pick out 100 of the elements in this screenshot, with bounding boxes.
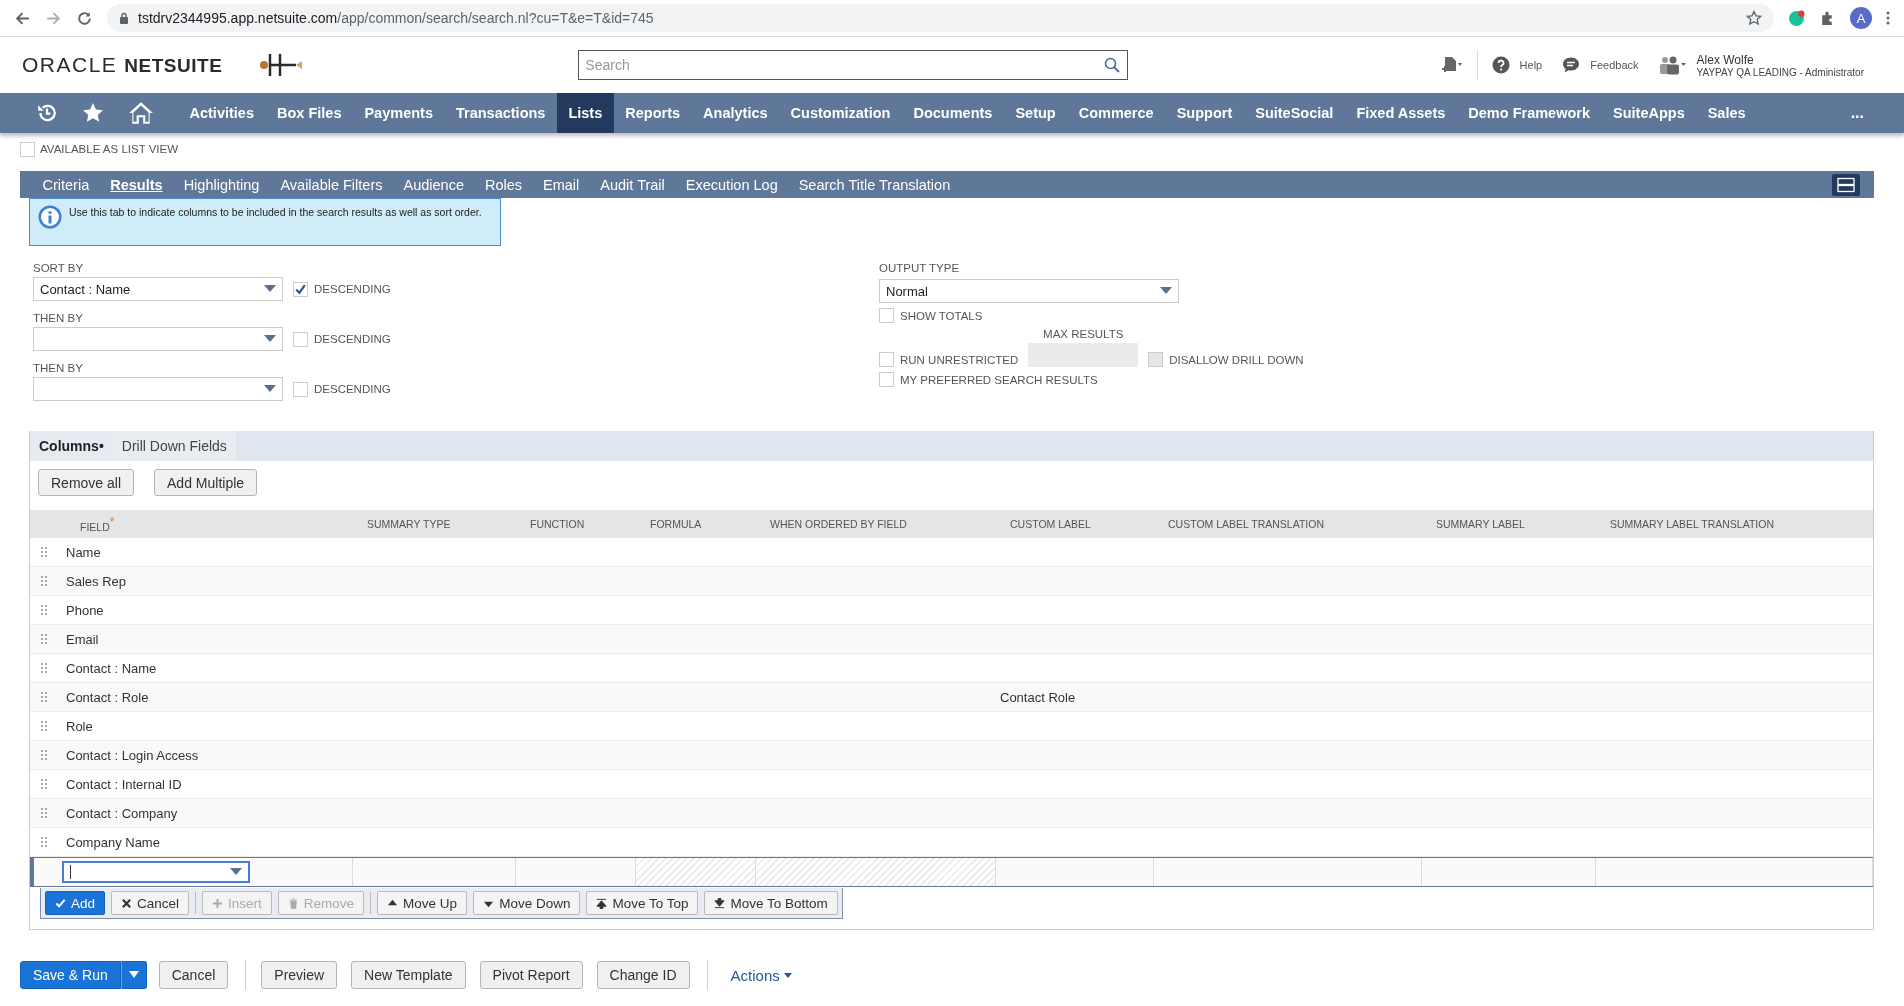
profile-avatar[interactable]: A: [1850, 7, 1872, 29]
user-role[interactable]: YAYPAY QA LEADING - Administrator: [1696, 66, 1864, 78]
subtab[interactable]: Criteria: [32, 171, 100, 198]
save-and-run-button[interactable]: Save & Run: [20, 961, 121, 989]
checkbox[interactable]: [293, 331, 308, 347]
search-icon[interactable]: [1104, 57, 1121, 73]
nav-menu-item[interactable]: Setup: [1003, 93, 1068, 133]
edit-button[interactable]: Cancel: [111, 891, 190, 915]
drag-handle-icon[interactable]: [41, 663, 47, 673]
nav-menu-item[interactable]: Lists: [556, 93, 614, 133]
subtab[interactable]: Highlighting: [173, 171, 270, 198]
dropdown-field[interactable]: [33, 377, 283, 401]
bookmark-star-icon[interactable]: [1746, 10, 1762, 26]
address-bar[interactable]: tstdrv2344995.app.netsuite.com/app/common/search/search.nl?cu=T&e=T&id=745: [107, 4, 1774, 32]
subtab[interactable]: Execution Log: [675, 171, 789, 198]
action-button[interactable]: Add Multiple: [154, 469, 258, 496]
nav-menu-item[interactable]: Analytics: [691, 93, 780, 133]
user-name[interactable]: Alex Wolfe: [1696, 52, 1864, 67]
dropdown-field[interactable]: Normal: [879, 279, 1179, 303]
dropdown-field[interactable]: Contact : Name: [33, 277, 283, 301]
subtab[interactable]: Audit Trail: [589, 171, 676, 198]
nav-menu-item[interactable]: Customization: [779, 93, 902, 133]
subtab[interactable]: Results: [99, 171, 174, 198]
nav-menu-item[interactable]: Fixed Assets: [1344, 93, 1457, 133]
nav-menu-item[interactable]: Payments: [352, 93, 445, 133]
drag-handle-icon[interactable]: [41, 605, 47, 615]
brand-logo-text[interactable]: ORACLE: [22, 53, 118, 77]
subtab[interactable]: Search Title Translation: [788, 171, 961, 198]
caret-icon: [264, 335, 276, 343]
info-text: Use this tab to indicate columns to be included in the search results as well as sort order.: [69, 205, 482, 219]
nav-menu-item[interactable]: Activities: [178, 93, 266, 133]
bottom-arrow-icon: [714, 897, 726, 909]
nav-menu-item[interactable]: Reports: [613, 93, 692, 133]
layout-toggle-icon[interactable]: [1832, 173, 1860, 196]
footer-button[interactable]: New Template: [351, 961, 466, 989]
edit-button[interactable]: Move Down: [473, 891, 581, 915]
drag-handle-icon[interactable]: [41, 634, 47, 644]
footer-button[interactable]: Pivot Report: [479, 961, 583, 989]
menu-icon[interactable]: [1886, 10, 1890, 26]
edit-button[interactable]: Move To Top: [586, 891, 699, 915]
checkmark-icon: [55, 897, 66, 909]
help-icon[interactable]: [1491, 56, 1510, 74]
drag-handle-icon[interactable]: [41, 779, 47, 789]
more-menu[interactable]: ...: [1850, 104, 1864, 122]
nav-menu-item[interactable]: Documents: [901, 93, 1004, 133]
table-cell-text: Contact : Login Access: [66, 747, 200, 763]
edit-button[interactable]: Move To Bottom: [704, 891, 838, 915]
nav-menu-item[interactable]: Demo Framework: [1456, 93, 1602, 133]
drag-handle-icon[interactable]: [41, 692, 47, 702]
recent-history-icon[interactable]: [36, 102, 58, 124]
drag-handle-icon[interactable]: [41, 721, 47, 731]
dropdown-toggle-button[interactable]: [120, 961, 147, 989]
nav-menu-item[interactable]: SuiteApps: [1601, 93, 1697, 133]
nav-menu-item[interactable]: SuiteSocial: [1243, 93, 1345, 133]
nav-menu-item[interactable]: Commerce: [1067, 93, 1166, 133]
checkbox-label: DESCENDING: [314, 283, 391, 295]
extension-icon[interactable]: [1788, 9, 1805, 27]
footer-button[interactable]: Cancel: [158, 961, 229, 989]
field-label: THEN BY: [33, 362, 84, 374]
field-dropdown[interactable]: [62, 861, 250, 883]
checkbox[interactable]: [879, 352, 894, 367]
checkbox[interactable]: [293, 381, 308, 397]
subtab[interactable]: Roles: [474, 171, 533, 198]
global-search-field[interactable]: Search: [578, 50, 1129, 80]
checkbox[interactable]: [20, 141, 35, 157]
checkbox-label: DESCENDING: [314, 333, 391, 345]
actions-menu[interactable]: Actions: [730, 966, 792, 984]
nav-menu-item[interactable]: Support: [1165, 93, 1244, 133]
drag-handle-icon[interactable]: [41, 576, 47, 586]
section-tab[interactable]: Drill Down Fields: [112, 431, 236, 461]
action-button[interactable]: Remove all: [38, 469, 135, 496]
checkbox[interactable]: [879, 372, 894, 387]
subtab[interactable]: Audience: [393, 171, 475, 198]
edit-button[interactable]: Add: [45, 891, 106, 915]
footer-button[interactable]: Preview: [261, 961, 338, 989]
help-link[interactable]: Help: [1519, 59, 1543, 71]
users-icon[interactable]: [1658, 55, 1687, 75]
nav-menu-item[interactable]: Box Files: [265, 93, 353, 133]
plus-icon: [212, 897, 224, 909]
subtab[interactable]: Email: [532, 171, 590, 198]
drag-handle-icon[interactable]: [41, 837, 47, 847]
reload-icon[interactable]: [76, 9, 93, 27]
footer-button[interactable]: Change ID: [596, 961, 690, 989]
nav-menu-item[interactable]: Sales: [1696, 93, 1758, 133]
home-icon[interactable]: [128, 101, 154, 125]
nav-menu-item[interactable]: Transactions: [444, 93, 557, 133]
star-icon[interactable]: [82, 102, 104, 124]
table-cell-text: Phone: [66, 602, 105, 618]
drag-handle-icon[interactable]: [41, 808, 47, 818]
brand-logo-text[interactable]: NETSUITE: [124, 55, 223, 77]
checkbox[interactable]: [879, 308, 894, 323]
drag-handle-icon[interactable]: [41, 547, 47, 557]
checkbox[interactable]: [293, 281, 308, 297]
feedback-link[interactable]: Feedback: [1590, 59, 1639, 71]
subtab[interactable]: Available Filters: [269, 171, 393, 198]
drag-handle-icon[interactable]: [41, 750, 47, 760]
edit-button[interactable]: Move Up: [377, 891, 468, 915]
chat-bubble-icon[interactable]: [1562, 56, 1581, 74]
section-tab[interactable]: Columns•: [30, 431, 113, 461]
dropdown-field[interactable]: [33, 327, 283, 351]
